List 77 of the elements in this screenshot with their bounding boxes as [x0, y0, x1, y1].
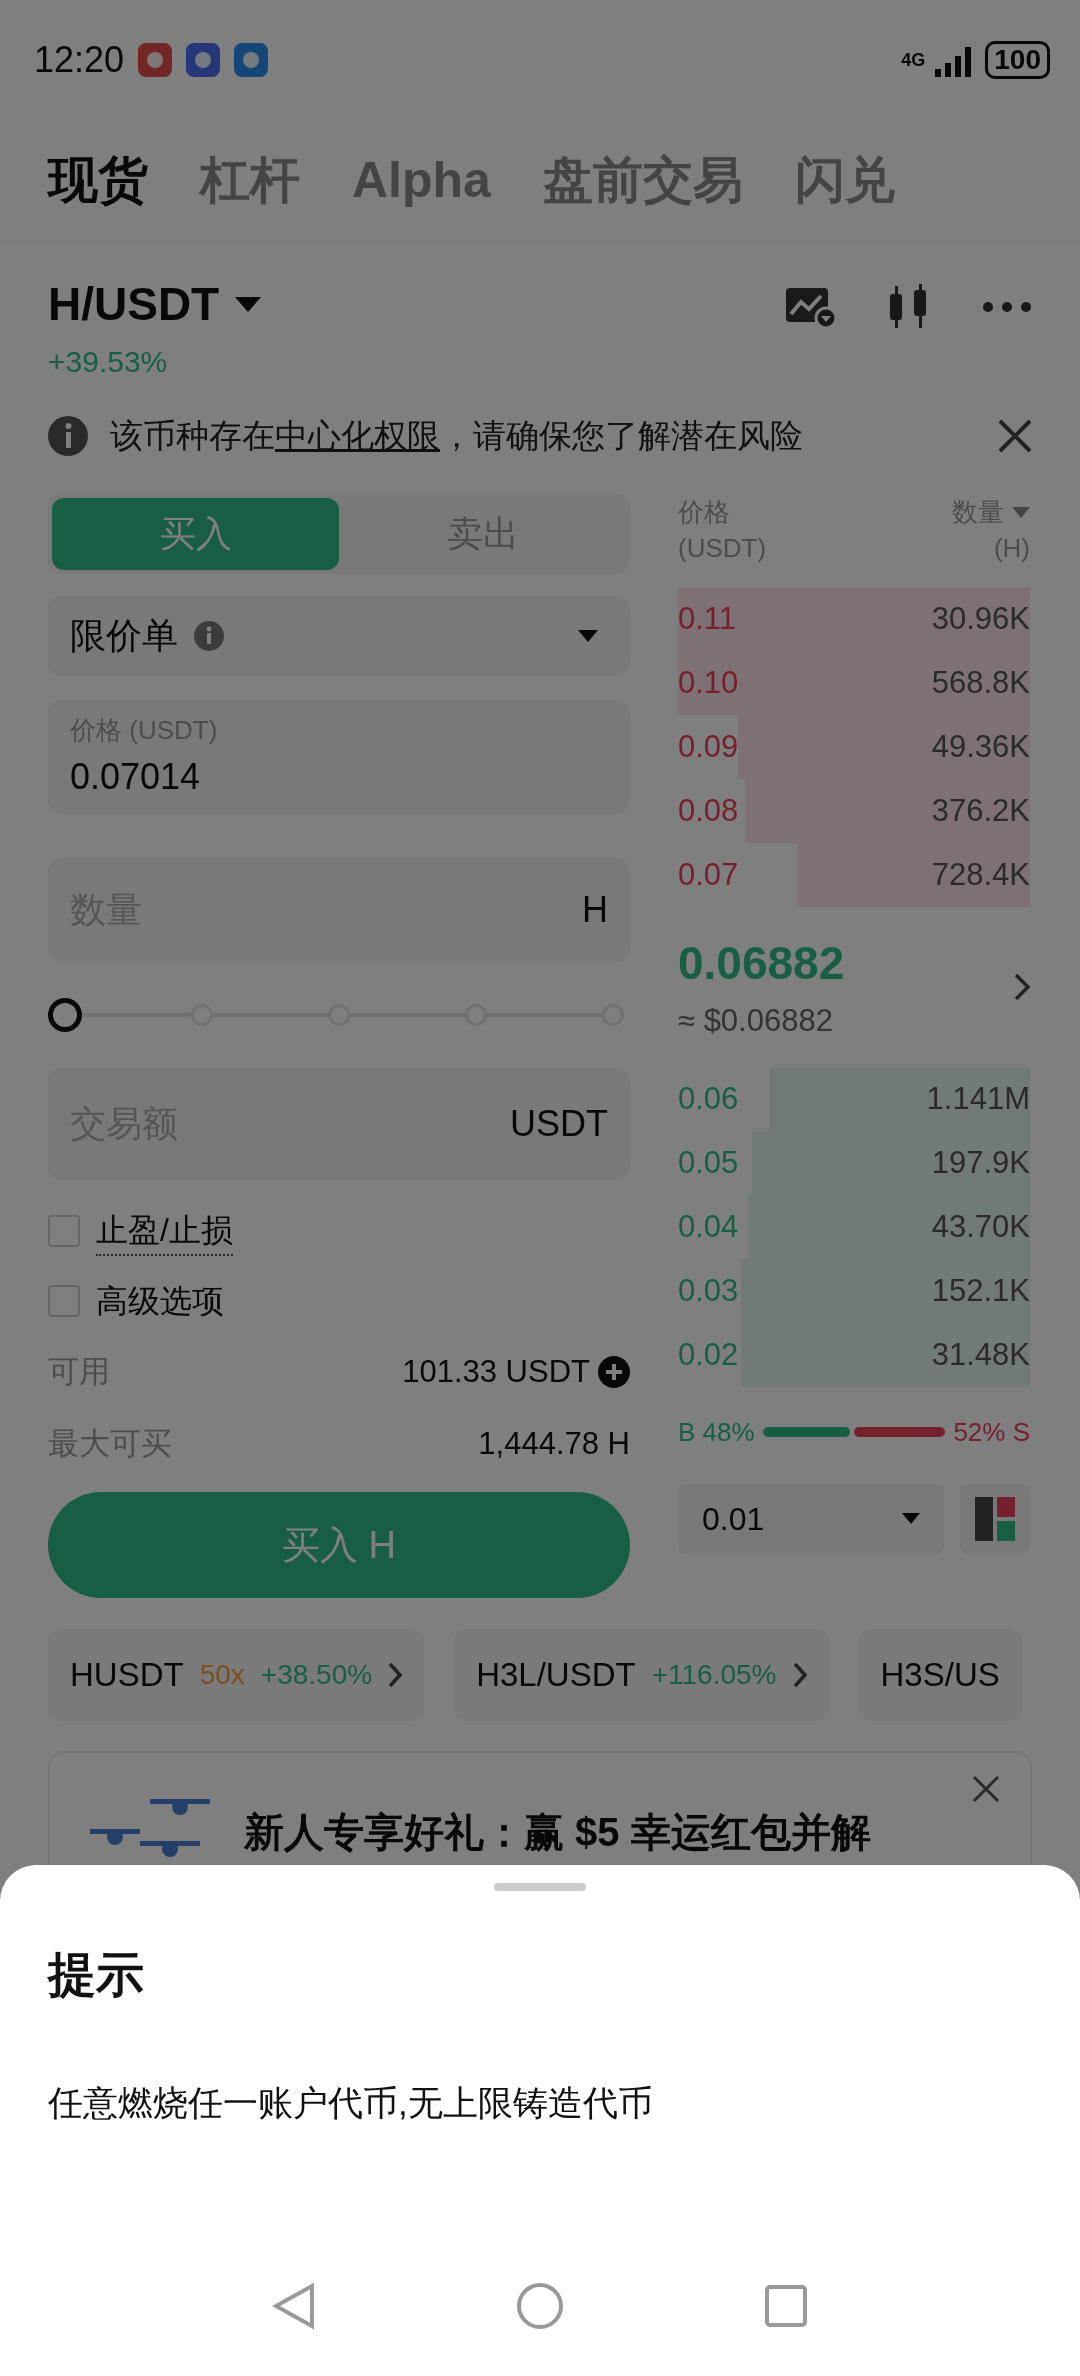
clock-text: 12:20: [34, 38, 125, 82]
market-tab[interactable]: Alpha: [352, 142, 491, 218]
chevron-right-icon: [792, 1662, 807, 1688]
price-level[interactable]: 0.08: [678, 787, 739, 835]
order-amount: 43.70K: [931, 1207, 1030, 1246]
price-level[interactable]: 0.04: [678, 1203, 739, 1251]
promo-text: 新人专享好礼：赢 $5 幸运红包并解: [244, 1809, 871, 1855]
weather-app-icon: [234, 43, 269, 77]
price-change: +39.53%: [48, 344, 169, 380]
order-type-label: 限价单: [70, 614, 178, 658]
price-level[interactable]: 0.03: [678, 1267, 739, 1315]
layout-toggle-button[interactable]: [960, 1483, 1030, 1554]
risk-notice: 该币种存在中心化权限，请确保您了解潜在风险: [110, 416, 804, 457]
price-level[interactable]: 0.06: [678, 1075, 739, 1123]
chevron-right-icon[interactable]: [1014, 972, 1030, 1001]
plus-circle-icon[interactable]: [598, 1356, 630, 1388]
home-icon[interactable]: [516, 2282, 564, 2330]
order-amount: 49.36K: [931, 727, 1030, 766]
balance-value: 1,444.78 H: [478, 1424, 630, 1463]
battery-level: 100: [985, 41, 1050, 79]
recents-icon[interactable]: [764, 2284, 808, 2328]
market-tab[interactable]: 现货: [48, 142, 148, 218]
layout-icon: [975, 1496, 1015, 1541]
order-type-dropdown[interactable]: 限价单: [48, 596, 630, 676]
market-chip[interactable]: H3L/USDT +116.05%: [454, 1629, 829, 1721]
caret-icon: [902, 1513, 920, 1525]
more-icon[interactable]: [982, 301, 1032, 313]
precision-dropdown[interactable]: 0.01: [678, 1483, 944, 1554]
chart-alert-icon[interactable]: [786, 286, 836, 328]
sheet-message: 任意燃烧任一账户代币,无上限铸造代币: [48, 2082, 654, 2124]
price-level[interactable]: 0.09: [678, 723, 739, 771]
last-price: 0.06882: [678, 936, 845, 992]
store-app-icon: [138, 43, 173, 77]
market-tab[interactable]: 闪兑: [794, 142, 895, 218]
buy-button[interactable]: 买入 H: [48, 1492, 630, 1598]
order-amount: 197.9K: [931, 1143, 1030, 1182]
centralized-permission-link[interactable]: 中心化权限: [275, 417, 440, 455]
drag-handle[interactable]: [494, 1883, 586, 1891]
price-level[interactable]: 0.07: [678, 851, 739, 899]
close-icon[interactable]: [972, 1775, 1000, 1803]
caret-icon[interactable]: [1012, 506, 1030, 518]
market-tab[interactable]: 杠杆: [200, 142, 300, 218]
price-level[interactable]: 0.05: [678, 1139, 739, 1187]
back-icon[interactable]: [272, 2282, 316, 2330]
price-level[interactable]: 0.11: [678, 595, 737, 643]
caret-icon: [578, 630, 598, 642]
pair-symbol[interactable]: H/USDT: [48, 270, 220, 339]
buy-ratio: B 48%: [678, 1415, 755, 1449]
order-amount: 1.141M: [926, 1079, 1030, 1118]
caret-icon[interactable]: [235, 296, 262, 313]
side-tab[interactable]: 买入: [52, 498, 339, 570]
order-amount: 31.48K: [931, 1335, 1030, 1374]
sheet-title: 提示: [48, 1947, 145, 2003]
sell-ratio: 52% S: [953, 1415, 1030, 1449]
network-text: 4G: [901, 48, 926, 72]
checkbox[interactable]: [48, 1215, 80, 1247]
market-tab[interactable]: 盘前交易: [542, 142, 743, 218]
order-amount: 30.96K: [931, 599, 1030, 638]
price-level[interactable]: 0.02: [678, 1331, 739, 1379]
checkbox[interactable]: [48, 1285, 80, 1317]
chevron-right-icon: [388, 1662, 403, 1688]
order-amount: 728.4K: [931, 855, 1030, 894]
option-label[interactable]: 止盈/止损: [96, 1206, 233, 1256]
slider-thumb[interactable]: [48, 998, 82, 1032]
fiat-price: ≈ $0.06882: [678, 1002, 834, 1041]
order-amount: 376.2K: [931, 791, 1030, 830]
close-icon[interactable]: [998, 419, 1032, 453]
order-amount: 152.1K: [931, 1271, 1030, 1310]
balance-value: 101.33 USDT: [402, 1352, 590, 1391]
market-chip[interactable]: H3S/US: [858, 1629, 1022, 1721]
market-chip[interactable]: HUSDT 50x +38.50%: [48, 1629, 425, 1721]
info-icon: [48, 416, 88, 456]
option-label[interactable]: 高级选项: [96, 1277, 224, 1325]
music-app-icon: [186, 43, 221, 77]
order-amount: 568.8K: [931, 663, 1030, 702]
price-level[interactable]: 0.10: [678, 659, 739, 707]
info-icon: [194, 621, 224, 651]
